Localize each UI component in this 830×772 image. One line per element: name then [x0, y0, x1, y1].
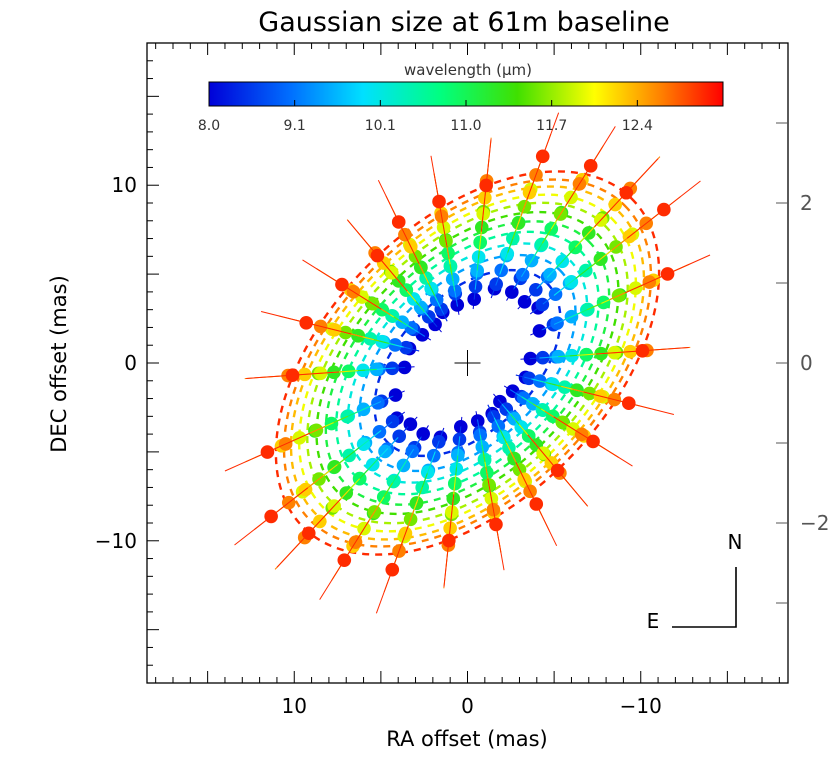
data-point: [416, 427, 430, 441]
compass-north-label: N: [728, 530, 743, 554]
colorbar-tick-label: 11.7: [536, 118, 567, 134]
data-point: [264, 509, 278, 524]
data-point: [260, 445, 275, 459]
data-point: [535, 149, 550, 164]
right-tick-label: 2: [800, 191, 813, 215]
x-tick-label: 0: [461, 694, 474, 718]
data-point: [337, 553, 352, 567]
y-tick-label: −10: [95, 529, 137, 553]
data-point: [583, 159, 598, 173]
compass-east-label: E: [647, 609, 660, 633]
data-point: [505, 285, 519, 299]
right-tick-label: −2: [800, 511, 829, 535]
data-point: [621, 396, 636, 411]
data-point: [301, 526, 316, 541]
data-point: [370, 248, 385, 263]
colorbar-tick-label: 9.1: [284, 118, 306, 134]
x-axis-label: RA offset (mas): [386, 727, 548, 751]
spoke: [520, 343, 691, 366]
colorbar-tick-label: 12.4: [622, 118, 653, 134]
data-point: [388, 388, 403, 402]
data-point: [535, 297, 550, 312]
colorbar-tick-label: 11.0: [450, 118, 481, 134]
data-point: [529, 497, 544, 511]
data-point: [532, 324, 547, 338]
data-point: [391, 215, 406, 229]
y-axis-label: DEC offset (mas): [47, 275, 71, 453]
data-point: [479, 178, 493, 193]
spoke: [244, 360, 415, 383]
data-point: [657, 202, 671, 217]
right-tick-label: 0: [800, 351, 813, 375]
x-tick-label: −10: [620, 694, 662, 718]
colorbar-label: wavelength (μm): [404, 61, 532, 79]
data-point: [619, 185, 634, 200]
colorbar: wavelength (μm) 8.0 9.1 10.1 11.0 11.7 12.4: [198, 61, 724, 134]
axes: 10 0 −10 −10 0 10 −2 0 2: [95, 42, 829, 718]
y-tick-label: 10: [112, 173, 137, 197]
data-point: [635, 343, 650, 358]
data-point: [299, 315, 314, 330]
compass: N E: [647, 530, 743, 633]
data-point: [586, 434, 600, 449]
colorbar-tick-label: 8.0: [198, 118, 220, 134]
data-point: [432, 194, 446, 209]
data-point: [660, 267, 675, 281]
data-point: [285, 368, 300, 383]
plot-area: [224, 112, 711, 614]
compass-arrows: [672, 567, 737, 628]
data-point: [335, 277, 349, 292]
data-point: [385, 414, 400, 429]
chart-title: Gaussian size at 61m baseline: [258, 7, 669, 38]
x-tick-label: 10: [282, 694, 307, 718]
data-point: [442, 533, 456, 548]
gaussian-size-chart: Gaussian size at 61m baseline 10 0 −10 −10 0…: [47, 7, 829, 751]
y-tick-label: 0: [124, 351, 137, 375]
colorbar-tick-label: 10.1: [365, 118, 396, 134]
data-point: [489, 517, 503, 532]
data-point: [385, 562, 400, 577]
data-point: [550, 463, 565, 478]
